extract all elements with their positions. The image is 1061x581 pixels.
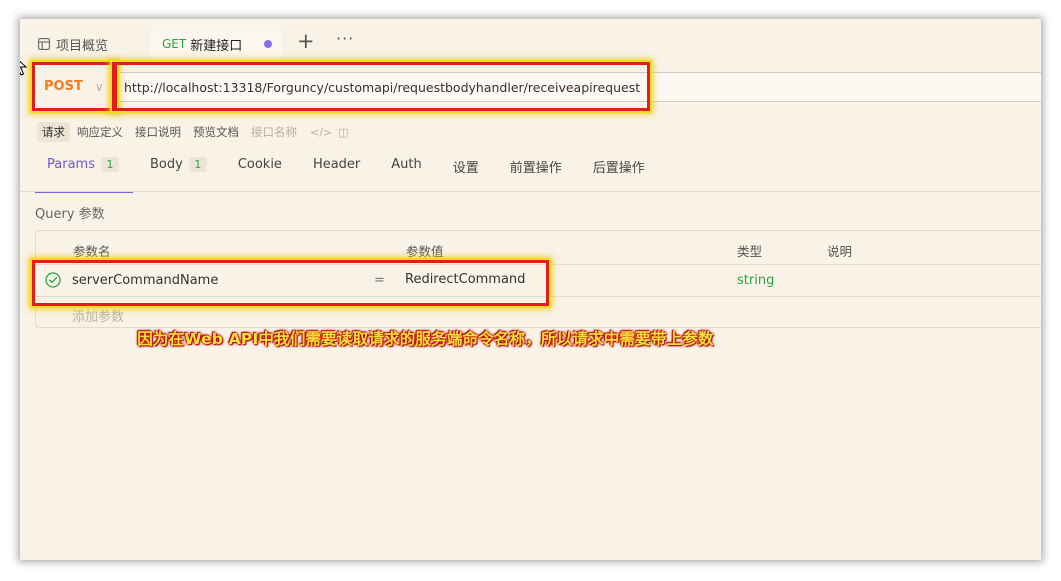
tab-params[interactable]: Params 1 [35,157,133,193]
panel-icon[interactable]: ◫ [338,126,348,139]
divider [36,296,1041,297]
tab-auth[interactable]: Auth [391,157,421,172]
query-params-table: 参数名 参数值 类型 说明 serverCommandName = Redire… [35,230,1041,328]
param-value[interactable]: RedirectCommand [405,272,525,287]
tab-header[interactable]: Header [313,157,360,172]
column-header-value: 参数值 [406,244,444,259]
annotation-text: 因为在Web API中我们需要读取请求的服务端命令名称，所以请求中需要带上参数 [20,327,1041,349]
url-input[interactable] [112,72,1041,102]
column-header-description: 说明 [827,244,853,259]
layout-icon [38,38,50,50]
param-tabs: Params 1 Body 1 Cookie Header Auth 设置 前置… [35,157,676,193]
column-header-name: 参数名 [73,244,111,259]
tab-body[interactable]: Body 1 [150,157,207,172]
code-icon[interactable]: </> [310,126,332,139]
more-icon[interactable]: ··· [336,30,354,48]
tab-cookie[interactable]: Cookie [238,157,282,172]
mouse-cursor-icon [20,55,28,81]
tab-bar: 项目概览 GET 新建接口 + ··· [20,19,1041,66]
subtab-interface-name[interactable]: 接口名称 [246,122,302,142]
tab-project-overview[interactable]: 项目概览 [38,35,109,54]
subtab-preview-doc[interactable]: 预览文档 [188,122,244,142]
tab-label: Body [149,157,183,172]
subtab-response-definition[interactable]: 响应定义 [72,122,128,142]
tab-new-interface[interactable]: GET 新建接口 [150,25,282,63]
add-param-input[interactable]: 添加参数 [72,306,124,325]
tab-label: Params [47,157,95,172]
tab-settings[interactable]: 设置 [453,157,479,176]
subtab-interface-description[interactable]: 接口说明 [130,122,186,142]
method-badge: GET [162,37,187,51]
method-select[interactable]: POST ∨ [32,62,117,111]
param-type[interactable]: string [737,273,774,288]
method-label: POST [44,79,83,94]
divider [20,191,1041,192]
count-badge: 1 [188,157,207,172]
unsaved-dot-icon [264,40,272,48]
count-badge: 1 [100,157,119,172]
tab-label: 新建接口 [190,38,243,54]
chevron-down-icon: ∨ [94,79,104,94]
plus-icon[interactable]: + [297,31,315,52]
divider [36,264,1041,265]
query-section-label: Query 参数 [35,207,105,222]
tab-label: 项目概览 [56,38,109,54]
request-subtabs: 请求 响应定义 接口说明 预览文档 接口名称 </> ◫ [37,122,349,142]
check-circle-icon[interactable] [45,272,61,292]
app-window: 项目概览 GET 新建接口 + ··· POST ∨ 请求 响应定义 接口说明 … [20,19,1041,560]
annotation-label: 因为在Web API中我们需要读取请求的服务端命令名称，所以请求中需要带上参数 [137,330,714,348]
subtab-request[interactable]: 请求 [37,122,70,142]
param-separator: = [374,273,385,288]
tab-post-operation[interactable]: 后置操作 [593,157,645,176]
column-header-type: 类型 [737,244,763,259]
param-name[interactable]: serverCommandName [72,273,218,288]
tab-pre-operation[interactable]: 前置操作 [510,157,562,176]
